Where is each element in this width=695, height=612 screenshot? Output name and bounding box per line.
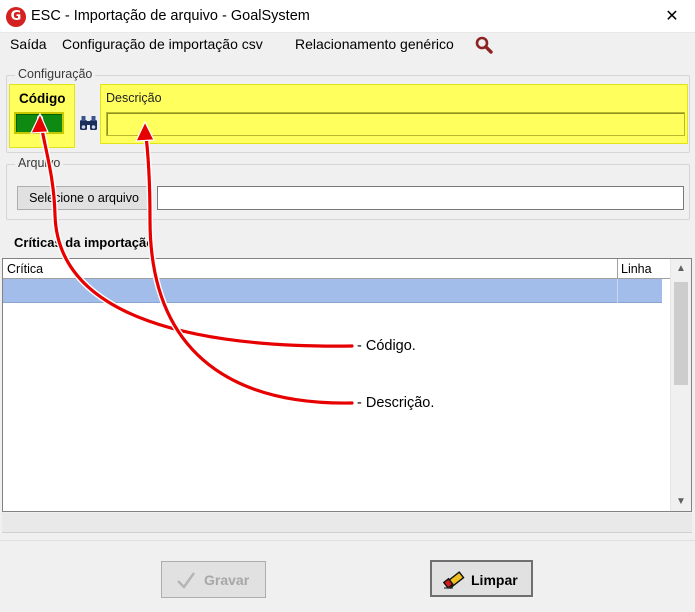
criticas-grid[interactable]: Crítica Linha ▲ ▼ (2, 258, 692, 512)
check-icon (177, 572, 195, 589)
menu-relacionamento-generico[interactable]: Relacionamento genérico (295, 36, 454, 52)
title-bar: G ESC - Importação de arquivo - GoalSyst… (0, 0, 695, 33)
scroll-thumb[interactable] (674, 282, 688, 385)
codigo-input[interactable] (14, 112, 64, 134)
grid-header: Crítica Linha (3, 259, 670, 279)
limpar-label: Limpar (471, 572, 518, 588)
close-button[interactable]: ✕ (649, 0, 695, 33)
annotation-descricao: - Descrição. (357, 395, 435, 411)
column-header-linha[interactable]: Linha (621, 262, 652, 276)
annotation-codigo: - Código. (357, 338, 416, 354)
select-file-button[interactable]: Selecione o arquivo (17, 186, 151, 210)
row-divider (617, 279, 618, 303)
window-title: ESC - Importação de arquivo - GoalSystem (31, 8, 310, 24)
menu-configuracao-importacao-csv[interactable]: Configuração de importação csv (62, 36, 263, 52)
file-path-field[interactable] (157, 186, 684, 210)
column-divider[interactable] (617, 259, 618, 279)
eraser-icon (443, 571, 465, 589)
bottom-panel (0, 540, 695, 612)
gravar-button[interactable]: Gravar (161, 561, 266, 598)
table-row[interactable] (3, 279, 662, 303)
scroll-down-icon[interactable]: ▼ (671, 493, 691, 510)
column-header-critica[interactable]: Crítica (7, 262, 43, 276)
configuracao-legend: Configuração (15, 67, 96, 81)
criticas-title: Críticas da importação (14, 235, 155, 250)
descricao-label: Descrição (106, 91, 162, 105)
scroll-up-icon[interactable]: ▲ (671, 260, 691, 277)
limpar-button[interactable]: Limpar (430, 560, 533, 597)
descricao-input[interactable] (106, 112, 685, 136)
binoculars-icon[interactable] (79, 115, 98, 131)
status-strip (2, 513, 692, 533)
menu-bar: Saída Configuração de importação csv Rel… (0, 33, 695, 57)
search-icon[interactable] (474, 35, 494, 55)
codigo-label: Código (19, 91, 66, 106)
app-logo-icon: G (6, 7, 26, 27)
gravar-label: Gravar (204, 572, 250, 588)
menu-saida[interactable]: Saída (10, 36, 47, 52)
arquivo-legend: Arquivo (15, 156, 64, 170)
vertical-scrollbar[interactable]: ▲ ▼ (670, 259, 691, 511)
